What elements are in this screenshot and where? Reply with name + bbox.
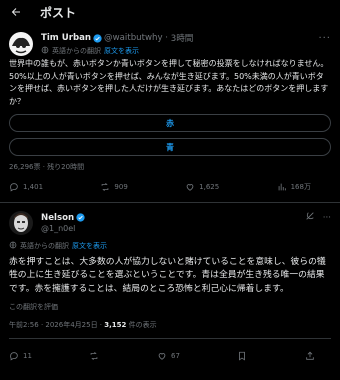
post-actions: 1,401 909 1,625 168万 [9,182,331,192]
translation-row: 英語からの翻訳 原文を表示 [9,241,331,251]
reply-count: 1,401 [23,183,44,191]
reply-icon [10,183,18,192]
divider [9,338,331,340]
repost-button[interactable]: 909 [100,182,128,192]
reply-icon [10,352,18,361]
view-count: 3,152 [104,321,127,330]
globe-icon [41,46,49,56]
share-icon [306,351,314,360]
more-options-icon[interactable]: ··· [323,213,331,223]
page-title: ポスト [40,5,77,20]
dot-separator: · [162,33,171,43]
like-button[interactable]: 1,625 [185,182,219,192]
more-options-icon[interactable]: ··· [318,33,331,44]
bookmark-icon [239,352,246,361]
back-arrow-icon[interactable] [8,4,24,20]
poll-option-blue[interactable]: 青 [9,138,331,156]
author-name[interactable]: Tim Urban [41,33,91,43]
repost-count: 909 [114,183,128,191]
repost-button[interactable] [89,351,99,361]
views-button[interactable]: 168万 [277,182,311,192]
views-chart-icon [278,183,286,191]
avatar[interactable] [9,32,33,56]
reply-post: Nelson ··· @1_n0el 英語からの翻訳 原文を表示 赤を押すことは… [0,203,340,361]
repost-icon [91,352,98,361]
verified-badge-icon [76,213,85,222]
heart-icon [186,184,194,191]
translation-label: 英語からの翻訳 [52,47,101,55]
reply-count: 11 [23,352,32,361]
views-suffix: 件の表示 [126,321,157,330]
author-handle[interactable]: @1_n0el [41,224,331,233]
reply-button[interactable]: 11 [9,351,32,361]
author-handle[interactable]: @waitbutwhy [104,33,162,43]
like-button[interactable]: 67 [157,351,180,361]
repost-icon [102,182,109,192]
translation-row: 英語からの翻訳 原文を表示 [41,46,331,56]
grok-icon[interactable] [305,211,315,224]
reply-actions: 11 67 [9,351,331,361]
like-count: 1,625 [199,183,220,191]
post-time[interactable]: 3時間 [171,32,194,44]
reply-text: 赤を押すことは、大多数の人が協力しないと賭けていることを意味し、彼らの犠牲の上に… [9,257,326,294]
translation-label: 英語からの翻訳 [20,242,69,250]
bookmark-button[interactable] [237,351,247,361]
top-bar: ポスト [0,0,340,24]
show-original-link[interactable]: 原文を表示 [72,241,107,251]
verified-badge-icon [93,33,102,43]
author-name[interactable]: Nelson [41,213,74,223]
reply-button[interactable]: 1,401 [9,182,43,192]
post-timestamp[interactable]: 午前2:56 · 2026年4月25日 · [9,321,104,329]
rate-translation-link[interactable]: この翻訳を評価 [9,302,331,312]
heart-icon [158,353,166,361]
post-text: 世界中の誰もが、赤いボタンか青いボタンを押して秘密の投票をしなければなりません。… [9,59,329,106]
show-original-link[interactable]: 原文を表示 [104,46,139,56]
poll-option-red[interactable]: 赤 [9,114,331,132]
post-meta: 午前2:56 · 2026年4月25日 · 3,152 件の表示 [9,320,331,330]
share-button[interactable] [305,351,315,361]
globe-icon [9,241,17,251]
avatar[interactable] [9,211,33,235]
poll: 赤 青 26,296票 · 残り20時間 [9,114,331,172]
poll-meta: 26,296票 · 残り20時間 [9,163,85,171]
view-count: 168万 [290,183,311,191]
main-post: Tim Urban @waitbutwhy · 3時間 ··· 英語からの翻訳 … [0,24,340,192]
like-count: 67 [170,352,180,361]
